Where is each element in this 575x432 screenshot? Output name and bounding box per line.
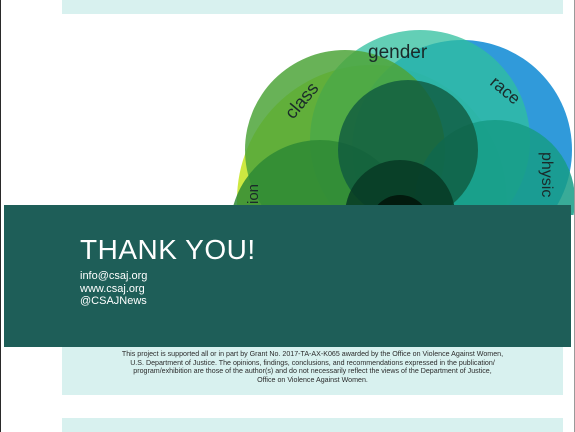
disclaimer-line: program/exhibition are those of the auth… [133,367,492,376]
bottom-accent-band [62,418,563,432]
slide: gender class race physic ion THANK YOU! … [0,0,575,432]
left-frame-border [0,0,1,432]
disclaimer-line: Office on Violence Against Women. [257,375,368,384]
disclaimer-line: U.S. Department of Justice. The opinions… [130,358,495,367]
label-partial: ion [245,184,262,204]
contact-website: www.csaj.org [80,282,145,295]
thank-you-title: THANK YOU! [80,234,256,265]
disclaimer-line: This project is supported all or in part… [121,350,504,358]
contact-list: info@csaj.org www.csaj.org @CSAJNews [80,270,147,308]
contact-twitter: @CSAJNews [80,295,147,307]
label-gender: gender [368,42,428,63]
grant-disclaimer: This project is supported all or in part… [62,350,563,384]
label-physical: physic [538,152,555,197]
contact-email: info@csaj.org [80,270,148,282]
